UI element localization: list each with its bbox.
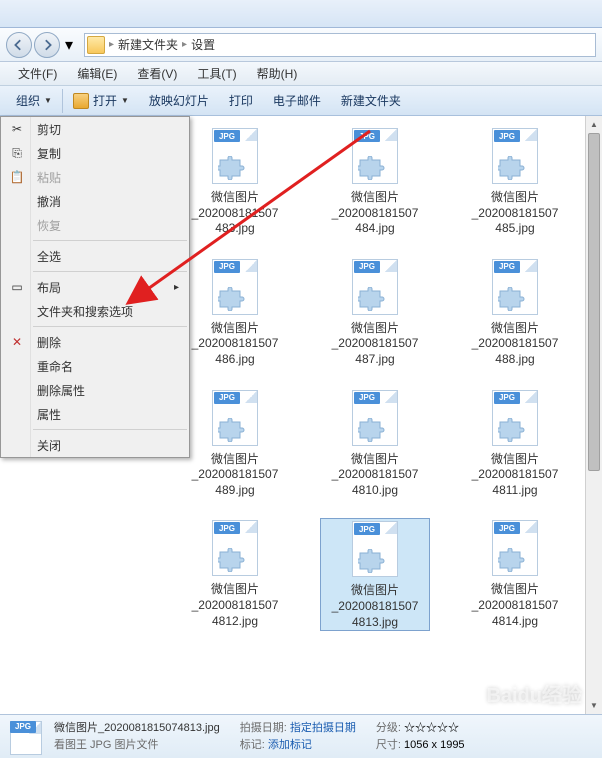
open-button[interactable]: 打开▼ [63,89,139,113]
breadcrumb-part-2[interactable]: 设置 [187,36,219,53]
file-name: 微信图片_202008181507488.jpg [472,321,559,368]
address-bar[interactable]: ▸ 新建文件夹 ▸ 设置 [84,33,596,57]
file-item[interactable]: JPG微信图片_2020081815074812.jpg [180,518,290,631]
details-thumbnail: JPG [8,719,44,755]
menu-undo[interactable]: 撤消 [1,189,189,213]
nav-bar: ▾ ▸ 新建文件夹 ▸ 设置 [0,28,602,62]
file-item[interactable]: JPG微信图片_202008181507489.jpg [180,388,290,499]
window-titlebar [0,0,602,28]
menu-folder-options[interactable]: 文件夹和搜索选项 [1,299,189,323]
new-folder-button[interactable]: 新建文件夹 [331,89,411,113]
open-icon [73,93,89,109]
folder-icon [87,36,105,54]
menu-rename[interactable]: 重命名 [1,354,189,378]
file-name: 微信图片_2020081815074814.jpg [472,582,559,629]
layout-icon: ▭ [9,279,25,295]
details-filename: 微信图片_2020081815074813.jpg [54,720,220,737]
file-thumbnail: JPG [350,388,400,448]
menu-delete[interactable]: ✕删除 [1,330,189,354]
details-pane: JPG 微信图片_2020081815074813.jpg 看图王 JPG 图片… [0,714,602,758]
menu-tools[interactable]: 工具(T) [187,65,246,82]
file-thumbnail: JPG [350,257,400,317]
scroll-down-button[interactable]: ▼ [586,697,602,714]
forward-button[interactable] [34,32,60,58]
file-name: 微信图片_2020081815074812.jpg [192,582,279,629]
menu-paste: 📋粘贴 [1,165,189,189]
vertical-scrollbar[interactable]: ▲ ▼ [585,116,602,714]
file-thumbnail: JPG [490,518,540,578]
scroll-thumb[interactable] [588,133,600,471]
file-thumbnail: JPG [210,388,260,448]
file-thumbnail: JPG [490,388,540,448]
file-item[interactable]: JPG微信图片_202008181507483.jpg [180,126,290,237]
menu-copy[interactable]: ⎘复制 [1,141,189,165]
scroll-up-button[interactable]: ▲ [586,116,602,133]
menu-remove-props[interactable]: 删除属性 [1,378,189,402]
menu-file[interactable]: 文件(F) [8,65,67,82]
file-thumbnail: JPG [490,257,540,317]
file-name: 微信图片_202008181507487.jpg [332,321,419,368]
details-date[interactable]: 指定拍摄日期 [290,722,356,734]
file-thumbnail: JPG [210,126,260,186]
file-thumbnail: JPG [350,126,400,186]
menu-redo: 恢复 [1,213,189,237]
menu-edit[interactable]: 编辑(E) [67,65,127,82]
file-name: 微信图片_2020081815074813.jpg [332,583,419,630]
nav-history-dropdown[interactable]: ▾ [62,32,76,58]
copy-icon: ⎘ [9,145,25,161]
file-item[interactable]: JPG微信图片_202008181507488.jpg [460,257,570,368]
file-name: 微信图片_202008181507483.jpg [192,190,279,237]
organize-menu: ✂剪切 ⎘复制 📋粘贴 撤消 恢复 全选 ▭布局 文件夹和搜索选项 ✕删除 重命… [0,116,190,458]
file-thumbnail: JPG [210,257,260,317]
file-thumbnail: JPG [490,126,540,186]
details-tags[interactable]: 添加标记 [268,739,312,751]
menu-bar: 文件(F) 编辑(E) 查看(V) 工具(T) 帮助(H) [0,62,602,86]
file-thumbnail: JPG [210,518,260,578]
menu-cut[interactable]: ✂剪切 [1,117,189,141]
details-dimensions: 1056 x 1995 [404,739,465,751]
organize-button[interactable]: 组织▼ [6,89,63,113]
back-button[interactable] [6,32,32,58]
breadcrumb-part-1[interactable]: 新建文件夹 [114,36,182,53]
file-item[interactable]: JPG微信图片_202008181507487.jpg [320,257,430,368]
file-name: 微信图片_2020081815074811.jpg [472,452,559,499]
file-item[interactable]: JPG微信图片_2020081815074811.jpg [460,388,570,499]
file-item[interactable]: JPG微信图片_2020081815074813.jpg [320,518,430,631]
file-name: 微信图片_202008181507489.jpg [192,452,279,499]
file-item[interactable]: JPG微信图片_202008181507485.jpg [460,126,570,237]
file-item[interactable]: JPG微信图片_202008181507484.jpg [320,126,430,237]
file-name: 微信图片_2020081815074810.jpg [332,452,419,499]
file-item[interactable]: JPG微信图片_202008181507486.jpg [180,257,290,368]
menu-help[interactable]: 帮助(H) [247,65,308,82]
menu-view[interactable]: 查看(V) [127,65,187,82]
toolbar: 组织▼ 打开▼ 放映幻灯片 打印 电子邮件 新建文件夹 [0,86,602,116]
details-filetype: 看图王 JPG 图片文件 [54,737,220,754]
menu-layout[interactable]: ▭布局 [1,275,189,299]
file-item[interactable]: JPG微信图片_2020081815074814.jpg [460,518,570,631]
menu-select-all[interactable]: 全选 [1,244,189,268]
paste-icon: 📋 [9,169,25,185]
email-button[interactable]: 电子邮件 [263,89,331,113]
menu-properties[interactable]: 属性 [1,402,189,426]
details-rating[interactable]: ☆☆☆☆☆ [404,722,459,734]
file-thumbnail: JPG [350,519,400,579]
file-name: 微信图片_202008181507484.jpg [332,190,419,237]
file-name: 微信图片_202008181507486.jpg [192,321,279,368]
scissors-icon: ✂ [9,121,25,137]
menu-close[interactable]: 关闭 [1,433,189,457]
delete-icon: ✕ [9,334,25,350]
print-button[interactable]: 打印 [219,89,263,113]
file-item[interactable]: JPG微信图片_2020081815074810.jpg [320,388,430,499]
file-name: 微信图片_202008181507485.jpg [472,190,559,237]
slideshow-button[interactable]: 放映幻灯片 [139,89,219,113]
